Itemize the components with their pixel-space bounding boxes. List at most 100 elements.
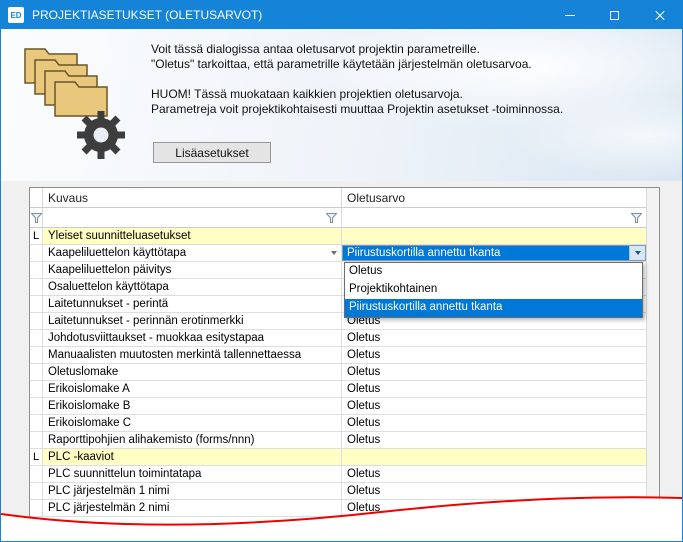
row-description: Osaluettelon käyttötapa (43, 279, 342, 295)
table-row[interactable]: PLC järjestelmän 2 nimiOletus (30, 500, 646, 517)
row-description: Erikoislomake C (43, 415, 342, 431)
combobox-dropdown-button[interactable] (629, 246, 645, 260)
header-line-3: HUOM! Tässä muokataan kaikkien projektie… (151, 87, 563, 102)
row-description: PLC suunnittelun toimintatapa (43, 466, 342, 482)
row-description: PLC -kaaviot (43, 449, 342, 465)
chevron-down-icon[interactable] (331, 251, 337, 255)
section-row[interactable]: LPLC -kaaviot (30, 449, 646, 466)
filter-icon[interactable] (326, 213, 337, 223)
advanced-settings-button[interactable]: Lisäasetukset (153, 142, 271, 163)
row-value: Oletus (342, 466, 646, 482)
maximize-button[interactable] (592, 1, 637, 29)
row-marker (30, 381, 43, 397)
default-value-combobox[interactable]: Piirustuskortilla annettu tkanta (342, 245, 646, 261)
row-description: Kaapeliluettelon käyttötapa (43, 245, 342, 261)
dropdown-option[interactable]: Oletus (345, 263, 642, 281)
row-description: PLC järjestelmän 1 nimi (43, 483, 342, 499)
marker-filter-cell (30, 208, 43, 227)
marker-column-header (30, 188, 43, 207)
row-marker: L (30, 228, 43, 244)
folders-gear-icon (23, 47, 135, 165)
row-value: Oletus (342, 347, 646, 363)
close-button[interactable] (637, 1, 682, 29)
row-value: Oletus (342, 500, 646, 516)
row-description: Raporttipohjien alihakemisto (forms/nnn) (43, 432, 342, 448)
window-title: PROJEKTIASETUKSET (OLETUSARVOT) (32, 8, 547, 22)
table-scrollbar[interactable] (646, 188, 659, 542)
grid-header-row: Kuvaus Oletusarvo (30, 188, 646, 208)
row-marker (30, 364, 43, 380)
row-value: Oletus (342, 483, 646, 499)
dropdown-option[interactable]: Piirustuskortilla annettu tkanta (345, 299, 642, 317)
row-value: Oletus (342, 330, 646, 346)
header-line-2: "Oletus" tarkoittaa, että parametrille k… (151, 57, 563, 72)
table-row[interactable]: Erikoislomake AOletus (30, 381, 646, 398)
table-row[interactable]: PLC järjestelmän 1 nimiOletus (30, 483, 646, 500)
row-value: Oletus (342, 381, 646, 397)
dropdown-option[interactable]: Projektikohtainen (345, 281, 642, 299)
description-filter-cell (43, 208, 342, 227)
close-icon (654, 9, 666, 21)
default-value-filter-cell (342, 208, 646, 227)
maximize-icon (610, 11, 619, 20)
header-line-4: Parametreja voit projektikohtaisesti muu… (151, 102, 563, 117)
combobox-selected-text: Piirustuskortilla annettu tkanta (343, 246, 629, 260)
dialog-header: Voit tässä dialogissa antaa oletusarvot … (1, 29, 682, 181)
row-value: Oletus (342, 415, 646, 431)
row-description: Erikoislomake A (43, 381, 342, 397)
row-marker (30, 279, 43, 295)
row-value (342, 228, 646, 244)
description-column-header[interactable]: Kuvaus (43, 188, 342, 207)
table-row[interactable]: Manuaalisten muutosten merkintä tallenne… (30, 347, 646, 364)
dialog-window: ED PROJEKTIASETUKSET (OLETUSARVOT) (0, 0, 683, 542)
row-marker (30, 466, 43, 482)
row-marker (30, 245, 43, 261)
row-description: Erikoislomake B (43, 398, 342, 414)
row-description: Manuaalisten muutosten merkintä tallenne… (43, 347, 342, 363)
row-value (342, 449, 646, 465)
header-description: Voit tässä dialogissa antaa oletusarvot … (151, 42, 563, 117)
row-marker (30, 483, 43, 499)
row-marker (30, 296, 43, 312)
table-row[interactable]: Johdotusviittaukset - muokkaa esitystapa… (30, 330, 646, 347)
row-marker (30, 313, 43, 329)
table-row[interactable]: Erikoislomake BOletus (30, 398, 646, 415)
table-row[interactable]: OletuslomakeOletus (30, 364, 646, 381)
section-row[interactable]: LYleiset suunnitteluasetukset (30, 228, 646, 245)
row-description: Oletuslomake (43, 364, 342, 380)
row-value: Oletus (342, 364, 646, 380)
row-value: Piirustuskortilla annettu tkanta (342, 245, 646, 261)
minimize-button[interactable] (547, 1, 592, 29)
header-line-1: Voit tässä dialogissa antaa oletusarvot … (151, 42, 563, 57)
row-marker (30, 500, 43, 516)
row-description: PLC järjestelmän 2 nimi (43, 500, 342, 516)
filter-icon[interactable] (31, 213, 42, 223)
row-description: Kaapeliluettelon päivitys (43, 262, 342, 278)
app-icon: ED (8, 7, 24, 23)
row-marker (30, 432, 43, 448)
row-description: Laitetunnukset - perintä (43, 296, 342, 312)
table-row[interactable]: Kaapeliluettelon käyttötapa Piirustuskort… (30, 245, 646, 262)
row-value: Oletus (342, 398, 646, 414)
row-description: Yleiset suunnitteluasetukset (43, 228, 342, 244)
table-row[interactable]: PLC suunnittelun toimintatapaOletus (30, 466, 646, 483)
row-marker (30, 415, 43, 431)
default-value-column-header[interactable]: Oletusarvo (342, 188, 646, 207)
row-description-text: Kaapeliluettelon käyttötapa (48, 247, 331, 261)
window-controls (547, 1, 682, 29)
parameters-grid: Kuvaus Oletusarvo LYleiset suunnitteluas… (29, 187, 660, 542)
filter-icon[interactable] (631, 213, 642, 223)
row-marker (30, 330, 43, 346)
table-row[interactable]: Erikoislomake COletus (30, 415, 646, 432)
chevron-down-icon (635, 251, 641, 255)
row-marker (30, 262, 43, 278)
row-description: Laitetunnukset - perinnän erotinmerkki (43, 313, 342, 329)
row-marker: L (30, 449, 43, 465)
titlebar[interactable]: ED PROJEKTIASETUKSET (OLETUSARVOT) (1, 1, 682, 29)
row-marker (30, 398, 43, 414)
table-row[interactable]: Raporttipohjien alihakemisto (forms/nnn)… (30, 432, 646, 449)
dropdown-list: OletusProjektikohtainenPiirustuskortilla… (344, 262, 643, 318)
row-marker (30, 347, 43, 363)
row-value: Oletus (342, 432, 646, 448)
row-description: Johdotusviittaukset - muokkaa esitystapa… (43, 330, 342, 346)
